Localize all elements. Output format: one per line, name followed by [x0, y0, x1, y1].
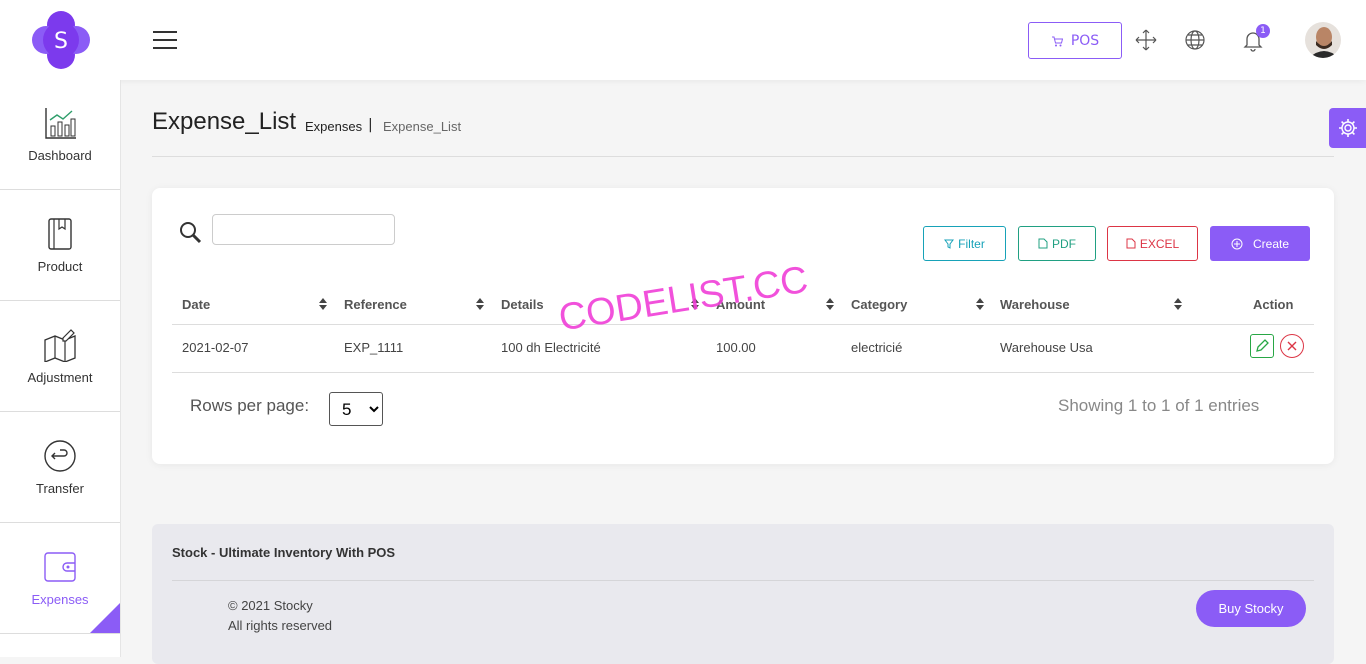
- breadcrumb-separator: |: [368, 117, 373, 133]
- column-header-category[interactable]: Category: [851, 297, 907, 312]
- filter-label: Filter: [958, 236, 985, 251]
- sidebar-item-dashboard[interactable]: Dashboard: [0, 80, 120, 190]
- copyright: © 2021 Stocky: [228, 598, 313, 613]
- fullscreen-icon[interactable]: [1134, 28, 1158, 52]
- breadcrumb-parent[interactable]: Expenses: [305, 119, 362, 134]
- buy-button[interactable]: Buy Stocky: [1196, 590, 1306, 627]
- excel-button[interactable]: EXCEL: [1107, 226, 1198, 261]
- cart-icon: [1051, 36, 1063, 46]
- excel-label: EXCEL: [1139, 236, 1180, 251]
- gear-icon: [1338, 119, 1357, 137]
- column-header-reference[interactable]: Reference: [344, 297, 407, 312]
- sidebar: Dashboard Product Adjustment Transfer Ex…: [0, 80, 121, 657]
- column-header-details[interactable]: Details: [501, 297, 544, 312]
- globe-icon[interactable]: [1183, 28, 1207, 52]
- rows-per-page-select[interactable]: 5: [329, 392, 383, 426]
- page-title: Expense_List: [152, 108, 297, 135]
- cell-category: electricié: [851, 340, 903, 355]
- notification-badge: 1: [1256, 24, 1270, 38]
- file-excel-icon: [1126, 238, 1136, 249]
- user-avatar[interactable]: [1305, 22, 1341, 58]
- title-divider: [152, 156, 1334, 157]
- search-icon: [180, 222, 202, 244]
- footer-title: Stock - Ultimate Inventory With POS: [172, 545, 396, 560]
- sidebar-item-label: Transfer: [36, 481, 84, 496]
- pdf-label: PDF: [1052, 236, 1076, 251]
- create-button[interactable]: Create: [1210, 226, 1310, 261]
- sort-icon[interactable]: [475, 297, 485, 311]
- active-indicator: [90, 603, 120, 633]
- cell-warehouse: Warehouse Usa: [1000, 340, 1093, 355]
- delete-button[interactable]: [1280, 334, 1304, 358]
- footer-divider: [172, 580, 1314, 581]
- customizer-toggle[interactable]: [1329, 108, 1366, 148]
- sort-icon[interactable]: [1173, 297, 1183, 311]
- filter-button[interactable]: Filter: [923, 226, 1006, 261]
- sort-icon[interactable]: [825, 297, 835, 311]
- column-header-date[interactable]: Date: [182, 297, 210, 312]
- sidebar-item-label: Dashboard: [28, 148, 92, 163]
- rows-per-page-label: Rows per page:: [190, 396, 310, 415]
- file-pdf-icon: [1038, 238, 1048, 249]
- sidebar-item-product[interactable]: Product: [0, 191, 120, 301]
- cell-date: 2021-02-07: [182, 340, 249, 355]
- breadcrumb-current: Expense_List: [383, 119, 462, 134]
- return-icon: [44, 440, 76, 472]
- top-header: S POS 1: [0, 0, 1366, 80]
- sidebar-item-label: Product: [37, 259, 83, 274]
- map-edit-icon: [44, 329, 76, 362]
- sidebar-item-label: Adjustment: [27, 370, 93, 385]
- book-icon: [48, 218, 72, 250]
- sidebar-item-expenses[interactable]: Expenses: [0, 524, 120, 634]
- entries-info: Showing 1 to 1 of 1 entries: [1058, 396, 1260, 415]
- search-input[interactable]: [212, 214, 395, 245]
- sort-icon[interactable]: [975, 297, 985, 311]
- pos-button[interactable]: POS: [1028, 22, 1122, 59]
- edit-button[interactable]: [1250, 334, 1274, 358]
- app-logo[interactable]: S: [32, 11, 90, 69]
- logo-letter: S: [54, 29, 68, 54]
- close-icon: [1287, 341, 1297, 351]
- column-header-action: Action: [1253, 297, 1294, 312]
- menu-toggle-icon[interactable]: [153, 31, 177, 49]
- cell-details: 100 dh Electricité: [501, 340, 601, 355]
- cell-amount: 100.00: [716, 340, 756, 355]
- cell-reference: EXP_1111: [344, 340, 404, 355]
- sidebar-item-transfer[interactable]: Transfer: [0, 413, 120, 523]
- pos-label: POS: [1070, 32, 1100, 49]
- sidebar-item-adjustment[interactable]: Adjustment: [0, 302, 120, 412]
- row-divider: [172, 372, 1314, 373]
- filter-icon: [944, 239, 955, 249]
- rights-text: All rights reserved: [228, 618, 333, 633]
- plus-circle-icon: [1231, 238, 1243, 249]
- chart-icon: [45, 108, 76, 139]
- pencil-icon: [1256, 339, 1269, 352]
- pdf-button[interactable]: PDF: [1018, 226, 1096, 261]
- sort-icon[interactable]: [318, 297, 328, 311]
- sidebar-item-label: Expenses: [31, 592, 89, 607]
- header-divider: [172, 324, 1314, 325]
- column-header-warehouse[interactable]: Warehouse: [1000, 297, 1070, 312]
- wallet-icon: [44, 552, 76, 582]
- create-label: Create: [1252, 236, 1290, 251]
